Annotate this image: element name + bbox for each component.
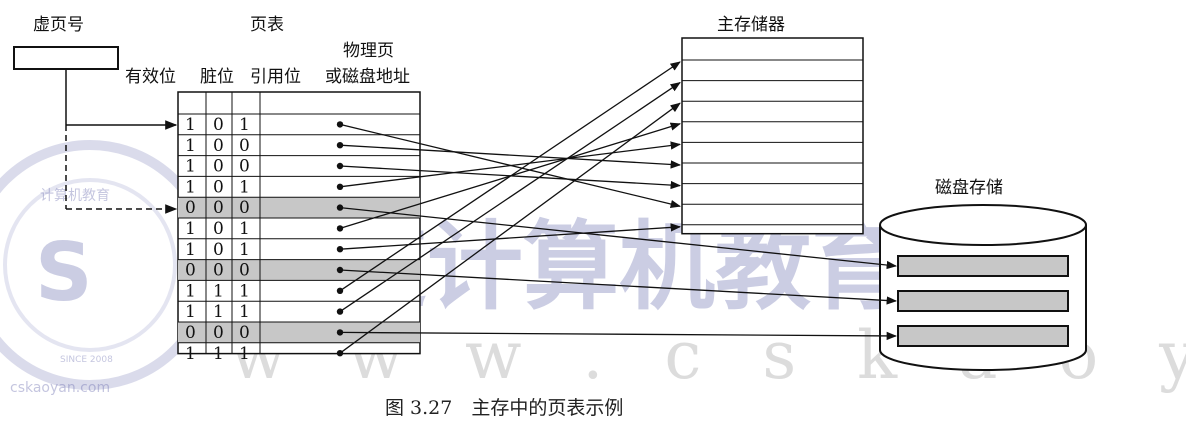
virtual-page-number-label: 虚页号 — [33, 15, 84, 35]
disk-cylinder-top — [879, 204, 1087, 246]
page-table-title: 页表 — [250, 15, 284, 35]
dirty-bit-cell: 0 — [213, 115, 224, 135]
valid-bit-cell: 1 — [185, 344, 196, 364]
reference-bit-cell: 1 — [239, 240, 250, 260]
dirty-bit-cell: 0 — [213, 198, 224, 218]
dirty-bit-cell: 0 — [213, 219, 224, 239]
dirty-bit-cell: 0 — [213, 157, 224, 177]
reference-bit-cell: 1 — [239, 115, 250, 135]
dirty-bit-cell: 0 — [213, 240, 224, 260]
reference-bit-cell: 1 — [239, 302, 250, 322]
header-dirty-bit: 脏位 — [200, 67, 234, 87]
reference-bit-cell: 0 — [239, 198, 250, 218]
watermark-logo-glyph: S — [35, 226, 93, 319]
figure-caption: 图 3.27 主存中的页表示例 — [385, 397, 623, 419]
reference-bit-cell: 0 — [239, 157, 250, 177]
main-memory — [681, 37, 864, 235]
reference-bit-cell: 0 — [239, 261, 250, 281]
disk-block — [897, 255, 1069, 277]
valid-bit-cell: 1 — [185, 219, 196, 239]
reference-bit-cell: 0 — [239, 136, 250, 156]
dirty-bit-cell: 1 — [213, 281, 224, 301]
valid-bit-cell: 1 — [185, 115, 196, 135]
watermark-logo-since: SINCE 2008 — [60, 355, 113, 365]
header-reference-bit: 引用位 — [250, 67, 301, 87]
dirty-bit-cell: 1 — [213, 344, 224, 364]
dirty-bit-cell: 0 — [213, 177, 224, 197]
header-physical-page-line1: 物理页 — [343, 41, 394, 61]
dirty-bit-cell: 1 — [213, 302, 224, 322]
disk-block — [897, 325, 1069, 347]
disk-storage-title: 磁盘存储 — [935, 178, 1003, 198]
valid-bit-cell: 0 — [185, 323, 196, 343]
dirty-bit-cell: 0 — [213, 136, 224, 156]
reference-bit-cell: 1 — [239, 344, 250, 364]
valid-bit-cell: 1 — [185, 177, 196, 197]
reference-bit-cell: 0 — [239, 323, 250, 343]
watermark-logo-url: cskaoyan.com — [10, 380, 110, 396]
dirty-bit-cell: 0 — [213, 323, 224, 343]
valid-bit-cell: 1 — [185, 281, 196, 301]
valid-bit-cell: 1 — [185, 136, 196, 156]
disk-storage — [879, 204, 1087, 371]
watermark-logo-top: 计算机教育 — [40, 188, 110, 204]
reference-bit-cell: 1 — [239, 281, 250, 301]
reference-bit-cell: 1 — [239, 219, 250, 239]
valid-bit-cell: 0 — [185, 198, 196, 218]
valid-bit-cell: 1 — [185, 157, 196, 177]
valid-bit-cell: 1 — [185, 302, 196, 322]
header-physical-page-line2: 或磁盘地址 — [325, 67, 410, 87]
dirty-bit-cell: 0 — [213, 261, 224, 281]
virtual-page-number-box — [13, 46, 119, 70]
header-valid-bit: 有效位 — [125, 67, 176, 87]
reference-bit-cell: 1 — [239, 177, 250, 197]
page-table: 1 0 11 0 01 0 01 0 10 0 01 0 11 0 10 0 01 1 11 1 10 0 01 1 1 — [177, 91, 421, 364]
valid-bit-cell: 0 — [185, 261, 196, 281]
main-memory-title: 主存储器 — [717, 15, 785, 35]
disk-block — [897, 290, 1069, 312]
valid-bit-cell: 1 — [185, 240, 196, 260]
page-table-diagram: S 计算机教育 SINCE 2008 cskaoyan.com 王道计算机教育 … — [0, 15, 1186, 419]
